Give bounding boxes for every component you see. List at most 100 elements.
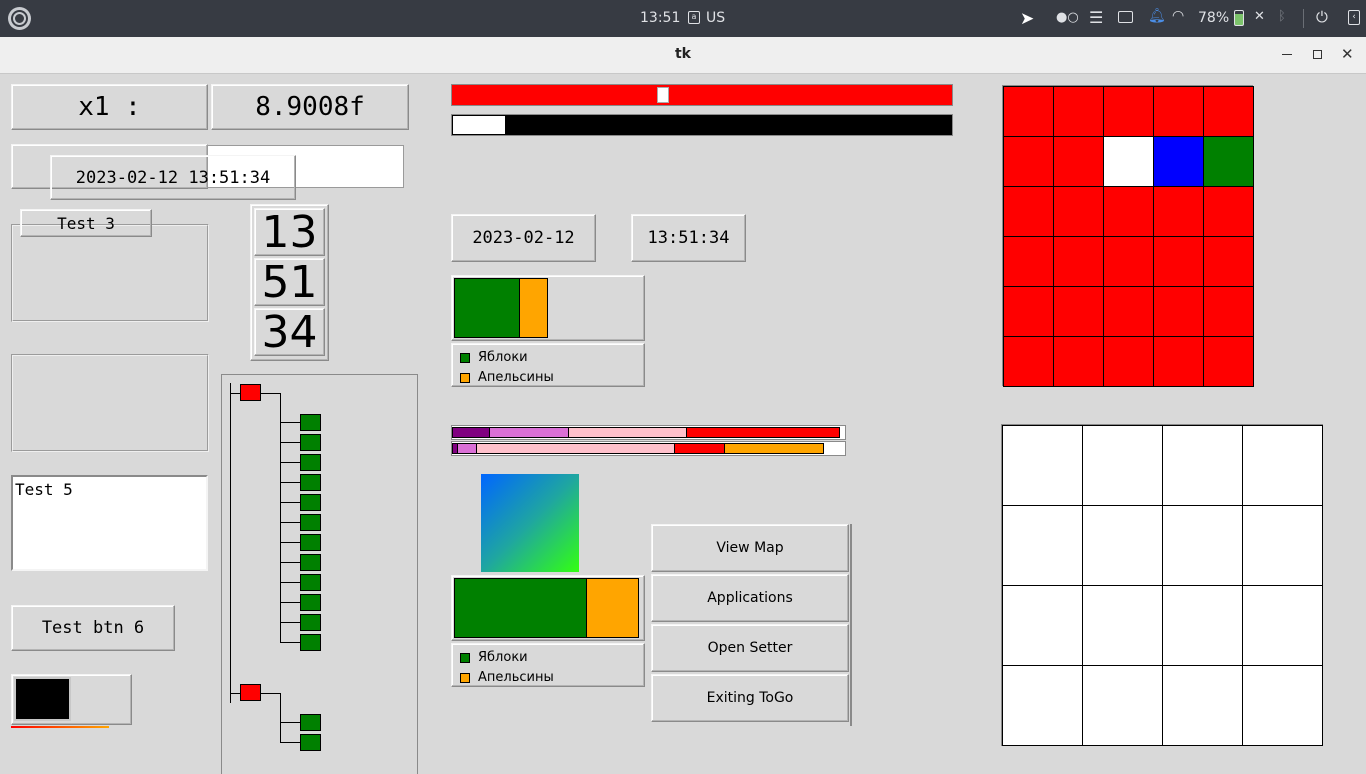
white-grid-cell[interactable]: [1242, 585, 1323, 666]
white-grid-cell[interactable]: [1162, 665, 1243, 746]
color-grid-cell[interactable]: [1003, 186, 1054, 237]
color-grid-cell[interactable]: [1153, 286, 1204, 337]
white-grid-cell[interactable]: [1082, 425, 1163, 506]
color-grid-cell[interactable]: [1103, 86, 1154, 137]
white-grid-cell[interactable]: [1242, 505, 1323, 586]
color-grid-cell[interactable]: [1103, 336, 1154, 387]
tree-child-node[interactable]: [300, 614, 321, 631]
power-icon[interactable]: ⏻: [1316, 8, 1328, 26]
color-grid-cell[interactable]: [1203, 186, 1254, 237]
tree-line: [230, 393, 240, 394]
exiting-togo-button[interactable]: Exiting ToGo: [651, 674, 849, 722]
minimize-icon[interactable]: [1282, 54, 1292, 55]
color-swatch[interactable]: [14, 677, 71, 721]
color-grid-cell[interactable]: [1203, 336, 1254, 387]
folder-icon[interactable]: [1118, 11, 1133, 23]
window-titlebar[interactable]: tk ✕: [0, 37, 1366, 74]
color-grid-cell[interactable]: [1153, 86, 1204, 137]
color-grid-cell[interactable]: [1203, 136, 1254, 187]
color-grid-cell[interactable]: [1003, 236, 1054, 287]
panel-collapse-icon[interactable]: ‹: [1348, 10, 1360, 25]
white-grid-cell[interactable]: [1002, 585, 1083, 666]
color-grid-cell[interactable]: [1103, 236, 1154, 287]
color-grid-cell[interactable]: [1153, 136, 1204, 187]
color-grid-cell[interactable]: [1153, 236, 1204, 287]
white-grid[interactable]: [1001, 424, 1323, 746]
open-setter-button[interactable]: Open Setter: [651, 624, 849, 672]
color-grid-cell[interactable]: [1203, 236, 1254, 287]
color-grid-cell[interactable]: [1003, 286, 1054, 337]
close-icon[interactable]: ✕: [1341, 45, 1354, 63]
slider-track[interactable]: [451, 84, 953, 106]
tree-child-node[interactable]: [300, 494, 321, 511]
tree-view[interactable]: [222, 375, 417, 769]
white-grid-cell[interactable]: [1162, 425, 1243, 506]
white-grid-cell[interactable]: [1082, 585, 1163, 666]
color-grid-cell[interactable]: [1153, 186, 1204, 237]
color-grid-cell[interactable]: [1053, 186, 1104, 237]
view-map-button[interactable]: View Map: [651, 524, 849, 572]
bell-icon[interactable]: 🔔︎: [1148, 8, 1166, 24]
tree-child-node[interactable]: [300, 574, 321, 591]
color-grid[interactable]: [1002, 85, 1254, 387]
stack2-segment: [724, 443, 824, 454]
tree-child-node[interactable]: [300, 534, 321, 551]
telegram-icon[interactable]: ➤: [1020, 9, 1034, 29]
color-grid-cell[interactable]: [1053, 336, 1104, 387]
color-grid-cell[interactable]: [1003, 136, 1054, 187]
white-grid-cell[interactable]: [1242, 425, 1323, 506]
white-grid-cell[interactable]: [1002, 505, 1083, 586]
progress-fill: [453, 116, 505, 134]
workspace-dots-icon[interactable]: ●○: [1056, 10, 1079, 25]
bluetooth-icon[interactable]: ᛒ: [1278, 9, 1286, 24]
color-grid-cell[interactable]: [1053, 136, 1104, 187]
white-grid-cell[interactable]: [1162, 585, 1243, 666]
tree-child-node[interactable]: [300, 514, 321, 531]
tree-parent-node[interactable]: [240, 684, 261, 701]
test-btn-6[interactable]: Test btn 6: [11, 605, 175, 651]
color-grid-cell[interactable]: [1053, 236, 1104, 287]
white-grid-cell[interactable]: [1082, 665, 1163, 746]
tree-child-node[interactable]: [300, 594, 321, 611]
battery-text[interactable]: 78%: [1198, 10, 1229, 26]
tree-child-node[interactable]: [300, 474, 321, 491]
white-grid-cell[interactable]: [1242, 665, 1323, 746]
battery-icon[interactable]: [1234, 10, 1244, 26]
tree-child-node[interactable]: [300, 454, 321, 471]
wifi-icon[interactable]: ◠: [1172, 8, 1184, 24]
progress-bar: [451, 114, 953, 136]
color-grid-cell[interactable]: [1153, 336, 1204, 387]
color-grid-cell[interactable]: [1003, 336, 1054, 387]
white-grid-cell[interactable]: [1002, 665, 1083, 746]
tree-line: [280, 742, 300, 743]
white-grid-cell[interactable]: [1002, 425, 1083, 506]
color-grid-cell[interactable]: [1053, 286, 1104, 337]
color-grid-cell[interactable]: [1053, 86, 1104, 137]
no-pin-icon[interactable]: ✕: [1254, 9, 1265, 24]
keyboard-layout-text[interactable]: US: [706, 10, 725, 26]
tree-child-node[interactable]: [300, 414, 321, 431]
x1-label: x1 :: [11, 84, 208, 130]
app-menu-icon[interactable]: [8, 7, 31, 30]
white-grid-cell[interactable]: [1162, 505, 1243, 586]
color-grid-cell[interactable]: [1003, 86, 1054, 137]
tree-child-node[interactable]: [300, 554, 321, 571]
color-grid-cell[interactable]: [1103, 186, 1154, 237]
slider-thumb[interactable]: [657, 87, 669, 103]
maximize-icon[interactable]: [1313, 50, 1322, 59]
text-area[interactable]: Test 5: [11, 475, 208, 571]
tree-child-node[interactable]: [300, 734, 321, 751]
white-grid-cell[interactable]: [1082, 505, 1163, 586]
color-grid-cell[interactable]: [1103, 136, 1154, 187]
tree-parent-node[interactable]: [240, 384, 261, 401]
system-top-bar: 13:51 a US ➤ ●○ ☰ 🔔︎ ◠ 78% ✕ ᛒ ⏻ ‹: [0, 0, 1366, 37]
color-grid-cell[interactable]: [1203, 286, 1254, 337]
hamburger-menu-icon[interactable]: ☰: [1089, 8, 1103, 27]
color-grid-cell[interactable]: [1103, 286, 1154, 337]
tree-child-node[interactable]: [300, 714, 321, 731]
tree-child-node[interactable]: [300, 434, 321, 451]
tree-child-node[interactable]: [300, 634, 321, 651]
applications-button[interactable]: Applications: [651, 574, 849, 622]
color-grid-cell[interactable]: [1203, 86, 1254, 137]
clock-text[interactable]: 13:51: [640, 10, 680, 26]
